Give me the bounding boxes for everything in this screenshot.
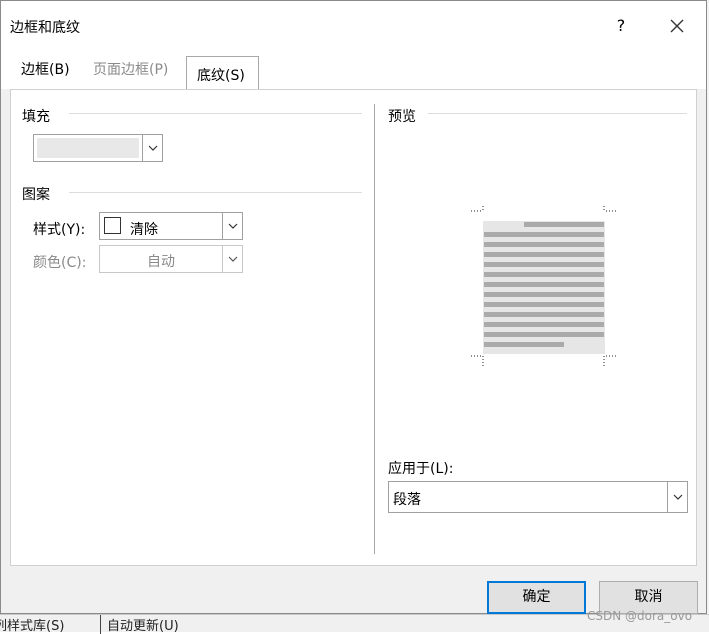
tab-page-border[interactable]: 页面边框(P) — [93, 59, 168, 79]
chevron-down-icon[interactable] — [667, 482, 687, 512]
help-button[interactable]: ? — [607, 11, 635, 41]
ok-button[interactable]: 确定 — [487, 581, 586, 614]
apply-to-label: 应用于(L): — [388, 461, 454, 477]
preview-divider — [428, 113, 687, 114]
preview-group-label: 预览 — [388, 109, 416, 125]
watermark: CSDN @dora_ovo — [587, 609, 693, 623]
background-style-gallery-label: 列样式库(S) — [0, 619, 65, 634]
apply-to-value: 段落 — [393, 492, 421, 508]
fill-group-label: 填充 — [22, 109, 50, 125]
borders-and-shading-dialog: 边框和底纹 ? 边框(B) 页面边框(P) 底纹(S) 填充 图案 样式(Y): — [0, 0, 707, 614]
chevron-down-icon[interactable] — [222, 213, 242, 239]
help-icon: ? — [616, 16, 626, 35]
preview-image — [471, 206, 616, 366]
pattern-style-dropdown[interactable]: 清除 — [99, 212, 243, 240]
dialog-title: 边框和底纹 — [10, 20, 80, 36]
pattern-divider — [69, 192, 362, 193]
apply-to-dropdown[interactable]: 段落 — [388, 481, 688, 513]
close-button[interactable] — [659, 11, 695, 41]
tab-shading[interactable]: 底纹(S) — [186, 56, 259, 90]
tab-borders[interactable]: 边框(B) — [21, 59, 70, 79]
chevron-down-icon[interactable] — [142, 135, 162, 161]
close-icon — [670, 19, 684, 33]
pattern-color-dropdown[interactable]: 自动 — [99, 245, 243, 273]
pattern-group-label: 图案 — [22, 187, 50, 203]
column-separator — [374, 104, 375, 554]
fill-color-swatch — [37, 138, 139, 158]
title-bar: 边框和底纹 ? — [1, 1, 706, 47]
pattern-color-value: 自动 — [147, 254, 175, 270]
shading-panel: 填充 图案 样式(Y): 清除 颜色(C): 自动 预览 应用于(L): 段落 — [10, 89, 697, 566]
tab-shading-label: 底纹(S) — [197, 68, 245, 84]
pattern-swatch-icon — [104, 217, 121, 234]
style-label: 样式(Y): — [33, 222, 86, 238]
chevron-down-icon[interactable] — [222, 246, 242, 272]
fill-divider — [69, 113, 362, 114]
color-label: 颜色(C): — [33, 255, 87, 271]
background-auto-update-label: 自动更新(U) — [100, 615, 179, 634]
pattern-style-value: 清除 — [130, 222, 158, 238]
fill-color-dropdown[interactable] — [33, 134, 163, 162]
